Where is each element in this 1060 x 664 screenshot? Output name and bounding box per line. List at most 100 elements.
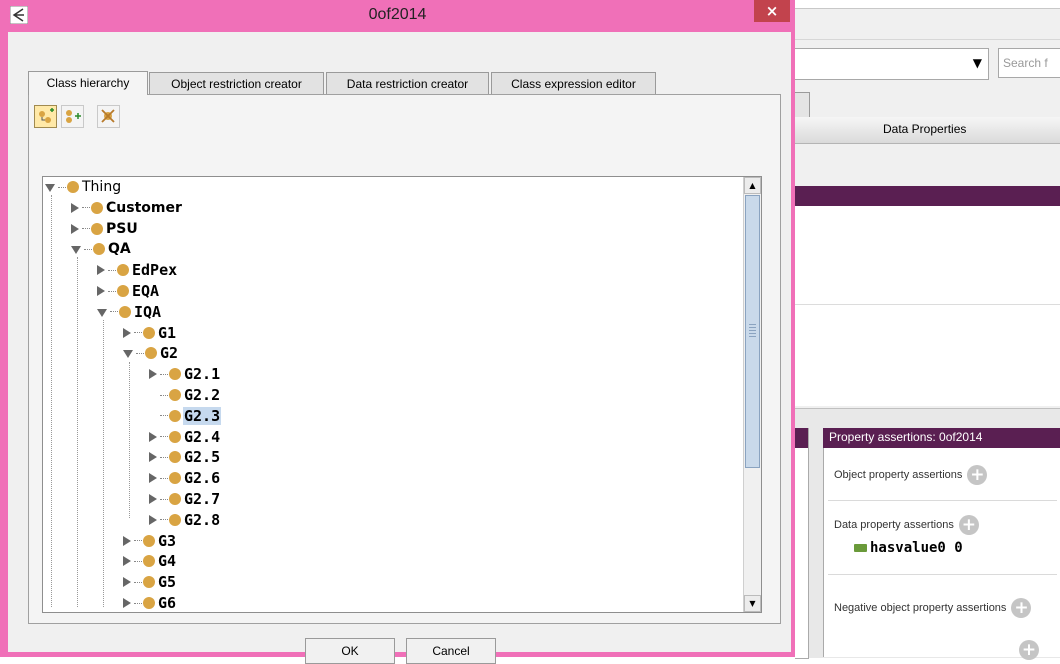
add-negative-object-property-assertion-icon[interactable]: +: [1011, 598, 1032, 618]
tree-connector: [58, 186, 66, 188]
tab-data-properties[interactable]: Data Properties: [795, 117, 1060, 144]
tree-node[interactable]: G2.4: [149, 427, 221, 447]
close-button[interactable]: ×: [754, 0, 790, 22]
collapsed-arrow-icon[interactable]: [71, 202, 79, 213]
expanded-arrow-icon[interactable]: [45, 184, 55, 192]
tab-data-restriction-creator[interactable]: Data restriction creator: [326, 72, 489, 94]
tab-object-restriction-creator[interactable]: Object restriction creator: [149, 72, 324, 94]
collapsed-arrow-icon[interactable]: [97, 265, 105, 276]
collapsed-arrow-icon[interactable]: [123, 535, 131, 546]
add-subclass-button[interactable]: [34, 105, 57, 128]
collapsed-arrow-icon[interactable]: [123, 598, 131, 608]
search-placeholder: Search f: [1003, 56, 1048, 70]
collapsed-arrow-icon[interactable]: [123, 577, 131, 588]
tree-connector: [160, 394, 168, 396]
scroll-up-button[interactable]: ▲: [744, 177, 761, 194]
class-hierarchy-tree[interactable]: ▲ ▼ Thing Customer PSU QA EdPex EQA IQA G1 G2 G2.…: [42, 176, 762, 613]
tree-node[interactable]: G2.2: [149, 385, 221, 405]
next-section-row: +: [1014, 640, 1039, 660]
tree-node-label: G2.2: [184, 386, 221, 404]
tree-node[interactable]: G2.5: [149, 447, 221, 467]
class-icon: [117, 264, 129, 277]
class-icon: [169, 368, 181, 381]
scroll-thumb[interactable]: [745, 195, 760, 468]
class-icon: [67, 181, 79, 193]
tree-node[interactable]: G1: [123, 323, 177, 343]
background-tab-stub[interactable]: [795, 92, 810, 119]
chevron-down-icon[interactable]: ▼: [973, 56, 982, 70]
tree-node[interactable]: G2.3: [149, 406, 222, 426]
tree-node-label: G2.4: [184, 427, 221, 446]
class-icon: [169, 409, 181, 422]
data-property-assertion-item[interactable]: hasvalue0 0: [854, 540, 963, 556]
tree-node[interactable]: EQA: [97, 281, 160, 301]
tab-class-hierarchy[interactable]: Class hierarchy: [28, 71, 148, 95]
delete-class-icon: [101, 109, 115, 123]
class-icon: [119, 305, 131, 318]
tree-node[interactable]: QA: [71, 239, 132, 259]
tree-node[interactable]: G2.7: [149, 489, 221, 509]
vertical-scrollbar[interactable]: ▲ ▼: [743, 177, 761, 612]
tree-node[interactable]: G2: [123, 343, 179, 363]
scroll-down-button[interactable]: ▼: [744, 595, 761, 612]
tree-connector: [84, 248, 92, 250]
class-icon: [117, 285, 129, 297]
negative-object-property-assertions-label: Negative object property assertions: [834, 602, 1007, 614]
view-header-bar: [795, 186, 1060, 206]
cancel-button[interactable]: Cancel: [406, 638, 496, 664]
expanded-arrow-icon[interactable]: [71, 246, 81, 255]
tree-node[interactable]: G5: [123, 572, 177, 592]
tree-node-label: Customer: [106, 199, 182, 216]
tree-node[interactable]: IQA: [97, 302, 162, 322]
ok-button[interactable]: OK: [305, 638, 395, 664]
section-divider: [828, 574, 1057, 575]
data-property-assertion-value: hasvalue0 0: [870, 540, 963, 556]
tree-node[interactable]: G6: [123, 593, 177, 612]
tree-node[interactable]: G4: [123, 551, 177, 571]
tree-node[interactable]: G2.8: [149, 510, 221, 530]
collapsed-arrow-icon[interactable]: [71, 223, 79, 234]
collapsed-arrow-icon[interactable]: [149, 494, 157, 504]
tree-connector: [160, 456, 168, 458]
tree-node-label: G2.8: [184, 510, 221, 529]
collapsed-arrow-icon[interactable]: [149, 452, 157, 463]
collapsed-arrow-icon[interactable]: [149, 431, 157, 442]
dialog-titlebar[interactable]: 0of2014 ×: [0, 0, 795, 30]
collapsed-arrow-icon[interactable]: [149, 369, 157, 380]
tree-node[interactable]: G3: [123, 531, 177, 551]
expanded-arrow-icon[interactable]: [123, 350, 133, 359]
collapsed-arrow-icon[interactable]: [123, 327, 131, 338]
section-divider: [828, 500, 1057, 501]
expanded-arrow-icon[interactable]: [97, 308, 107, 317]
class-icon: [169, 513, 181, 526]
property-assertions-title: Property assertions: 0of2014: [829, 430, 983, 444]
collapsed-arrow-icon[interactable]: [97, 286, 105, 296]
tree-node[interactable]: PSU: [71, 219, 139, 239]
tree-node[interactable]: G2.1: [149, 364, 221, 384]
tree-guide-line: [129, 362, 130, 518]
tree-node[interactable]: Customer: [71, 198, 183, 218]
add-data-property-assertion-icon[interactable]: +: [958, 515, 979, 535]
class-selection-dialog: 0of2014 × Class hierarchy Object restric…: [0, 0, 795, 664]
tab-class-expression-editor[interactable]: Class expression editor: [491, 72, 656, 94]
tree-node-label: G4: [158, 552, 177, 571]
collapsed-arrow-icon[interactable]: [149, 473, 157, 484]
collapsed-arrow-icon[interactable]: [149, 514, 157, 525]
add-assertion-icon[interactable]: +: [1019, 640, 1039, 660]
search-field[interactable]: Search f: [998, 48, 1060, 78]
data-property-assertions-label: Data property assertions: [834, 519, 954, 531]
entity-combo-box[interactable]: ▼: [795, 48, 989, 80]
class-icon: [143, 326, 155, 339]
collapsed-arrow-icon[interactable]: [123, 556, 131, 567]
data-property-assertions-row: Data property assertions +: [834, 515, 979, 535]
class-icon: [143, 576, 155, 589]
class-icon: [145, 347, 157, 360]
tree-node[interactable]: Thing: [45, 177, 122, 197]
object-property-assertions-label: Object property assertions: [834, 469, 963, 481]
tree-guide-line: [51, 195, 52, 607]
add-sibling-class-button[interactable]: [61, 105, 84, 128]
tree-node[interactable]: EdPex: [97, 260, 178, 280]
tree-node[interactable]: G2.6: [149, 468, 221, 488]
delete-class-button[interactable]: [97, 105, 120, 128]
add-object-property-assertion-icon[interactable]: +: [967, 465, 988, 485]
